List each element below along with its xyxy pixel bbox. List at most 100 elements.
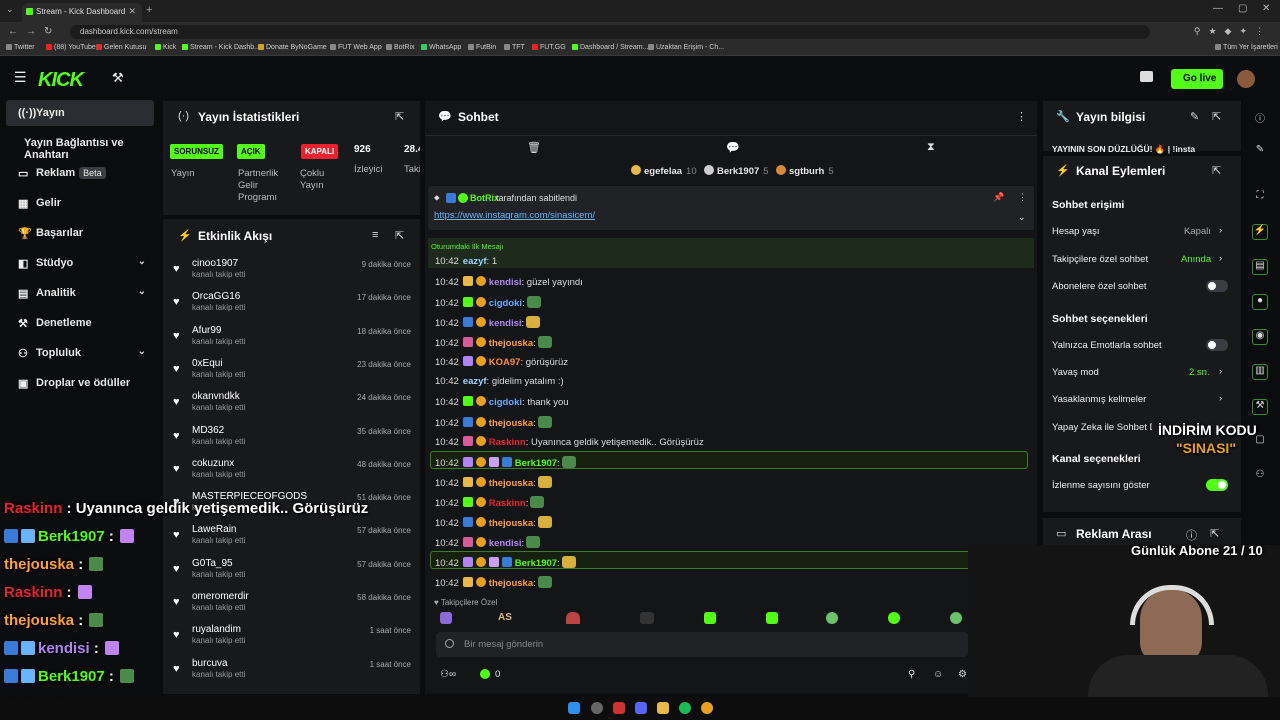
- chat-username[interactable]: cigdoki: [489, 397, 522, 408]
- bookmark[interactable]: WhatsApp: [421, 44, 461, 51]
- minimize-icon[interactable]: —: [1213, 3, 1223, 14]
- sidebar-item-community[interactable]: ⚇ Topluluk ⌄: [6, 340, 154, 366]
- activity-item[interactable]: ♥ 0xEqui kanalı takip etti 23 dakika önce: [170, 357, 415, 390]
- emote-icon[interactable]: [640, 612, 654, 624]
- spotify-icon[interactable]: [679, 702, 691, 714]
- broadcast-icon[interactable]: ◉: [1252, 329, 1268, 345]
- top-gifter[interactable]: sgtburh 5: [776, 165, 834, 177]
- popout-icon[interactable]: ⇱: [1212, 110, 1221, 123]
- chevron-right-icon[interactable]: ›: [1219, 366, 1222, 377]
- crop-icon[interactable]: ⛶: [1252, 190, 1268, 206]
- chat-message[interactable]: 10:42 cigdoki:: [435, 296, 541, 314]
- studio-icon[interactable]: ▥: [1252, 364, 1268, 380]
- show-viewcount-toggle[interactable]: [1206, 479, 1228, 491]
- popout-icon[interactable]: ⇱: [395, 229, 404, 242]
- sidebar-item-revenue[interactable]: ▦ Gelir: [6, 190, 154, 216]
- emote-picker-icon[interactable]: ☺: [933, 669, 943, 680]
- chat-username[interactable]: KOA97: [489, 357, 521, 368]
- new-tab-icon[interactable]: +: [146, 4, 152, 16]
- chat-message[interactable]: 10:42 Berk1907:: [435, 556, 576, 574]
- bookmark[interactable]: FUT.GG: [532, 44, 566, 51]
- emote-icon[interactable]: [766, 612, 778, 624]
- popout-icon[interactable]: ⇱: [1212, 164, 1221, 177]
- account-age-label[interactable]: Hesap yaşı: [1052, 226, 1100, 237]
- slow-mode-value[interactable]: 2 sn.: [1189, 367, 1210, 378]
- browser-extension-icons[interactable]: ⚲★◆✦⋮: [1194, 26, 1272, 37]
- activity-item[interactable]: ♥ ruyalandim kanalı takip etti 1 saat önce: [170, 623, 415, 656]
- chat-message[interactable]: 10:42 Berk1907:: [435, 456, 576, 474]
- activity-item[interactable]: ♥ MD362 kanalı takip etti 35 dakika önce: [170, 424, 415, 457]
- bookmark[interactable]: TFT: [504, 44, 525, 51]
- chevron-right-icon[interactable]: ›: [1219, 393, 1222, 404]
- chat-username[interactable]: kendisi: [489, 538, 522, 549]
- search-icon[interactable]: ⚲: [908, 669, 915, 680]
- activity-item[interactable]: ♥ OrcaGG16 kanalı takip etti 17 dakika önce: [170, 290, 415, 323]
- bookmark[interactable]: Uzaktan Erişim - Ch...: [648, 44, 724, 51]
- activity-item[interactable]: ♥ omeromerdir kanalı takip etti 58 dakika ö…: [170, 590, 415, 623]
- chat-username[interactable]: thejouska: [489, 338, 533, 349]
- discord-icon[interactable]: [635, 702, 647, 714]
- lightning-icon[interactable]: ⚡: [1252, 224, 1268, 240]
- emote-icon[interactable]: [440, 612, 452, 624]
- more-icon[interactable]: ⋮: [1018, 192, 1027, 203]
- bookmark[interactable]: Donate ByNoGame: [258, 44, 327, 51]
- chat-username[interactable]: Berk1907: [515, 558, 557, 569]
- slow-mode-label[interactable]: Yavaş mod: [1052, 367, 1099, 378]
- more-icon[interactable]: ⋮: [1016, 110, 1027, 123]
- hammer-icon[interactable]: ⚒: [112, 70, 124, 86]
- bookmark[interactable]: Kick: [155, 44, 176, 51]
- popout-icon[interactable]: ⇱: [395, 110, 404, 123]
- chevron-right-icon[interactable]: ›: [1219, 253, 1222, 264]
- sidebar-item-studio[interactable]: ◧ Stüdyo ⌄: [6, 250, 154, 276]
- tab-search-icon[interactable]: ⌄: [6, 4, 14, 15]
- chat-message[interactable]: 10:42 Raskinn:: [435, 496, 545, 514]
- trash-icon[interactable]: 🗑: [527, 141, 541, 154]
- bookmark[interactable]: Dashboard / Stream...: [572, 44, 648, 51]
- bookmark[interactable]: Stream - Kick Dashb...: [182, 44, 260, 51]
- chat-message[interactable]: 10:42 kendisi:: [435, 316, 541, 334]
- chevron-right-icon[interactable]: ›: [1219, 225, 1222, 236]
- search-icon[interactable]: [591, 702, 603, 714]
- go-live-button[interactable]: Go live: [1171, 69, 1223, 89]
- chat-message[interactable]: 10:42 eazyf: 1: [435, 256, 497, 274]
- chat-icon[interactable]: ●: [1252, 294, 1268, 310]
- chat-message[interactable]: 10:42 thejouska:: [435, 576, 552, 594]
- bookmark[interactable]: Gelen Kutusu: [96, 44, 146, 51]
- chat-username[interactable]: Berk1907: [515, 458, 557, 469]
- chat-message[interactable]: 10:42 KOA97: görüşürüz: [435, 356, 568, 374]
- bookmark[interactable]: Twitter: [6, 44, 35, 51]
- emote-icon[interactable]: [566, 612, 580, 624]
- chat-message[interactable]: 10:42 eazyf: gidelim yatalım :): [435, 376, 564, 394]
- bookmark[interactable]: (88) YouTube: [46, 44, 96, 51]
- activity-item[interactable]: ♥ burcuva kanalı takip etti 1 saat önce: [170, 657, 415, 690]
- emoji-icon[interactable]: [445, 639, 454, 648]
- chat-username[interactable]: Raskinn: [489, 437, 526, 448]
- hourglass-icon[interactable]: ⧗: [927, 141, 935, 154]
- sidebar-item-analytics[interactable]: ▤ Analitik ⌄: [6, 280, 154, 306]
- emote-icon[interactable]: [704, 612, 716, 624]
- settings-icon[interactable]: ⚙: [958, 669, 967, 680]
- hammer-icon[interactable]: ⚒: [1252, 399, 1268, 415]
- people-icon[interactable]: ⚇: [1252, 469, 1268, 485]
- document-icon[interactable]: ▤: [1252, 259, 1268, 275]
- edit-icon[interactable]: ✎: [1190, 110, 1199, 123]
- chat-username[interactable]: kendisi: [489, 318, 522, 329]
- back-icon[interactable]: ←: [8, 26, 18, 37]
- activity-item[interactable]: ♥ cinoo1907 kanalı takip etti 9 dakika önce: [170, 257, 415, 290]
- url-field[interactable]: dashboard.kick.com/stream: [70, 25, 1150, 39]
- tab-close-icon[interactable]: ✕: [128, 6, 136, 17]
- chat-message[interactable]: 10:42 thejouska:: [435, 516, 552, 534]
- menu-icon[interactable]: ☰: [14, 69, 27, 86]
- ai-moderation-label[interactable]: Yapay Zeka ile Sohbet Denetimi: [1052, 422, 1152, 433]
- unpin-icon[interactable]: 📌: [993, 192, 1004, 203]
- chat-input[interactable]: Bir mesaj gönderin: [436, 632, 968, 657]
- sidebar-item-ads[interactable]: ▭ Reklam Beta: [6, 160, 154, 186]
- sidebar-item-drops[interactable]: ▣ Droplar ve ödüller: [6, 370, 154, 396]
- chat-bubble-icon[interactable]: 💬: [726, 141, 740, 154]
- avatar[interactable]: [1237, 70, 1255, 88]
- chat-username[interactable]: thejouska: [489, 518, 533, 529]
- bookmark[interactable]: BotRix: [386, 44, 415, 51]
- maximize-icon[interactable]: ▢: [1238, 3, 1247, 14]
- windows-start-icon[interactable]: [568, 702, 580, 714]
- chrome-icon[interactable]: [701, 702, 713, 714]
